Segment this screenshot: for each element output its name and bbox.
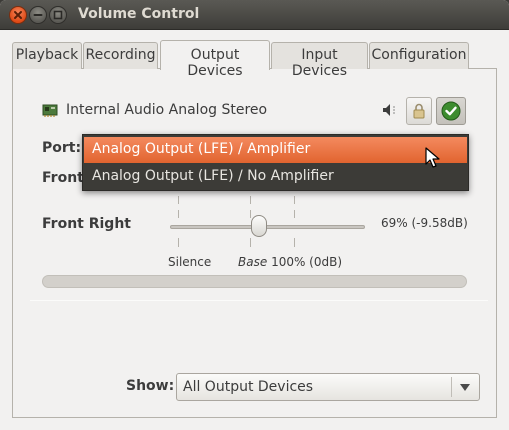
set-default-button[interactable] xyxy=(436,97,466,125)
lock-channels-button[interactable] xyxy=(406,97,432,125)
title-bar[interactable]: Volume Control xyxy=(0,0,509,30)
port-dropdown-popup[interactable]: Analog Output (LFE) / Amplifier Analog O… xyxy=(82,134,469,191)
maximize-icon xyxy=(53,10,63,20)
combo-divider xyxy=(451,377,452,397)
channel-label-front-right: Front Right xyxy=(42,216,131,232)
channel-label-front: Front xyxy=(42,170,84,186)
show-devices-combobox[interactable]: All Output Devices xyxy=(176,373,480,401)
sound-card-icon xyxy=(42,104,58,117)
device-separator xyxy=(30,300,488,301)
close-window-button[interactable] xyxy=(9,6,27,24)
slider-tick xyxy=(250,238,251,247)
slider-tick xyxy=(250,210,251,218)
base-word: Base xyxy=(238,255,268,269)
show-label: Show: xyxy=(126,378,175,394)
slider-tick xyxy=(294,238,295,247)
tab-configuration[interactable]: Configuration xyxy=(369,42,469,69)
slider-tick xyxy=(178,210,179,218)
device-name: Internal Audio Analog Stereo xyxy=(66,102,268,118)
minimize-window-button[interactable] xyxy=(29,6,47,24)
slider-tick xyxy=(250,196,251,204)
base-label: Base 100% (0dB) xyxy=(238,255,342,269)
speaker-mute-icon[interactable] xyxy=(380,101,400,119)
show-devices-value: All Output Devices xyxy=(183,379,314,395)
slider-tick xyxy=(178,196,179,204)
minimize-icon xyxy=(33,14,43,16)
slider-tick xyxy=(178,238,179,247)
tab-output-devices[interactable]: Output Devices xyxy=(160,40,270,79)
base-value: 100% (0dB) xyxy=(271,255,343,269)
port-option-no-amplifier[interactable]: Analog Output (LFE) / No Amplifier xyxy=(84,164,467,190)
tab-playback[interactable]: Playback xyxy=(12,42,82,69)
slider-tick xyxy=(294,196,295,204)
close-icon xyxy=(14,11,22,19)
chevron-down-icon xyxy=(460,384,470,391)
lock-icon xyxy=(413,103,425,119)
silence-label: Silence xyxy=(168,255,212,269)
slider-tick xyxy=(294,210,295,218)
front-right-slider-handle[interactable] xyxy=(251,215,267,237)
peak-level-meter xyxy=(42,275,467,288)
front-right-volume-readout: 69% (-9.58dB) xyxy=(381,216,468,230)
mouse-pointer-icon xyxy=(425,147,440,168)
port-option-amplifier[interactable]: Analog Output (LFE) / Amplifier xyxy=(84,137,467,163)
port-label: Port: xyxy=(42,140,82,156)
tab-recording[interactable]: Recording xyxy=(83,42,158,69)
maximize-window-button[interactable] xyxy=(49,6,67,24)
front-right-volume-slider[interactable] xyxy=(170,225,365,229)
volume-control-window: Volume Control Playback Recording Output… xyxy=(0,0,509,430)
tab-input-devices[interactable]: Input Devices xyxy=(271,42,368,79)
checkmark-icon xyxy=(441,101,461,121)
window-title: Volume Control xyxy=(78,6,200,22)
